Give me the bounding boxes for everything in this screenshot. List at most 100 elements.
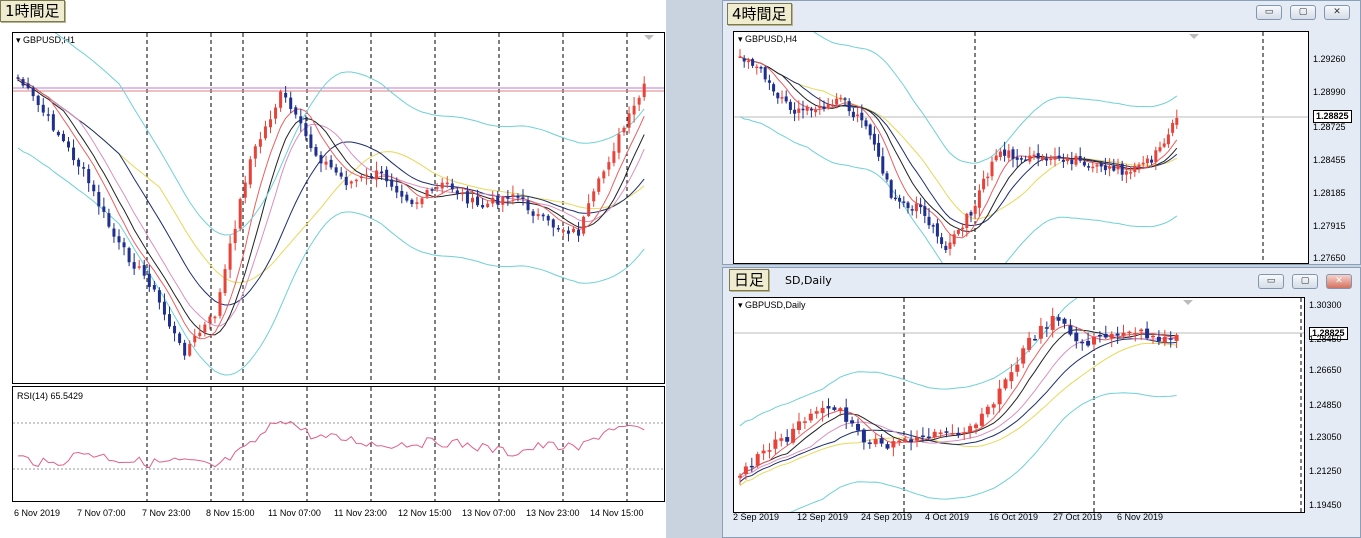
- h4-candle: [772, 82, 776, 96]
- h1-time-axis: 6 Nov 2019 7 Nov 07:00 7 Nov 23:00 8 Nov 15…: [0, 508, 666, 522]
- h1-candle: [92, 180, 96, 197]
- price-tick: 1.26650: [1309, 365, 1342, 375]
- h4-candle: [751, 57, 755, 69]
- time-label: 2 Sep 2019: [733, 512, 780, 522]
- price-tick: 1.28725: [1313, 122, 1346, 132]
- h4-candle: [767, 74, 771, 90]
- h4-chart-window[interactable]: 4時間足 ▭ ▢ ✕ ▾ GBPUSD,H4 1.29260 1.28990 1.2…: [722, 0, 1361, 265]
- close-button[interactable]: ✕: [1326, 274, 1352, 289]
- h1-price-plot[interactable]: ▾ GBPUSD,H1: [12, 32, 665, 384]
- h1-candle: [415, 197, 419, 210]
- h1-candle: [173, 321, 177, 342]
- h4-candle: [956, 228, 960, 236]
- restore-button[interactable]: ▢: [1290, 5, 1316, 20]
- h1-candle: [430, 187, 434, 194]
- h1-candle: [223, 264, 227, 296]
- h1-candle: [349, 180, 353, 189]
- h1-candle: [61, 130, 65, 143]
- daily-candle: [1003, 377, 1008, 391]
- close-button[interactable]: ✕: [1324, 5, 1350, 20]
- h1-candle: [274, 103, 278, 125]
- h1-candle: [405, 191, 409, 203]
- h1-candle: [455, 187, 459, 200]
- h4-candle: [1150, 155, 1154, 166]
- price-tick: 1.23050: [1309, 432, 1342, 442]
- time-label: 27 Oct 2019: [1053, 512, 1103, 522]
- h1-candle: [132, 253, 136, 275]
- h1-candle: [481, 197, 485, 209]
- h4-candle: [868, 123, 872, 140]
- h1-chart-window[interactable]: 1時間足 ▾ GBPUSD,H1 RSI(14) 65.5429 6 Nov 2…: [0, 0, 666, 538]
- daily-candle: [1021, 345, 1026, 369]
- h4-candle: [982, 170, 986, 193]
- daily-candle: [1038, 317, 1043, 344]
- h4-candle: [914, 196, 918, 219]
- h4-candle: [935, 218, 939, 244]
- time-label: 11 Nov 23:00: [334, 508, 387, 518]
- h1-candle: [198, 324, 202, 338]
- daily-candle: [979, 407, 984, 428]
- daily-candle: [873, 433, 878, 448]
- h1-candle: [41, 97, 45, 117]
- restore-button[interactable]: ▢: [1292, 274, 1318, 289]
- shift-marker: [1189, 34, 1199, 39]
- h4-price-plot[interactable]: ▾ GBPUSD,H4: [733, 31, 1309, 264]
- minimize-button[interactable]: ▭: [1256, 5, 1282, 20]
- h1-candle: [213, 315, 217, 324]
- h1-candle: [546, 214, 550, 226]
- h1-candle: [561, 227, 565, 238]
- daily-candle: [1133, 327, 1138, 342]
- minimize-button[interactable]: ▭: [1258, 274, 1284, 289]
- daily-candle: [974, 422, 978, 435]
- time-label: 6 Nov 2019: [14, 508, 61, 518]
- daily-candle: [997, 379, 1002, 413]
- h4-candle: [910, 205, 914, 216]
- h4-candle: [780, 90, 784, 104]
- ma-navy: [739, 338, 1177, 483]
- daily-candle: [808, 408, 813, 423]
- h1-candle: [354, 178, 358, 188]
- h1-candle: [541, 212, 545, 221]
- h4-candle: [1053, 147, 1057, 167]
- h1-candle: [551, 218, 555, 237]
- h1-candle: [566, 226, 570, 242]
- h4-candle: [881, 147, 885, 176]
- ma-black: [739, 329, 1177, 477]
- daily-price-axis: 1.30300 1.28825 1.28450 1.26650 1.24850 1.230…: [1307, 297, 1361, 513]
- h1-candle: [56, 130, 60, 137]
- h1-candle: [359, 174, 363, 182]
- time-label: 16 Oct 2019: [989, 512, 1039, 522]
- h4-candle: [1078, 147, 1082, 163]
- h1-candle: [193, 328, 197, 347]
- h4-candle: [977, 184, 981, 217]
- daily-candle: [802, 416, 807, 429]
- h1-candle: [26, 77, 30, 90]
- h1-candle: [491, 191, 495, 208]
- daily-candle: [832, 405, 837, 412]
- h1-candle: [238, 197, 242, 232]
- h1-candle: [577, 221, 581, 242]
- h4-candle: [738, 49, 742, 59]
- h1-rsi-plot[interactable]: RSI(14) 65.5429: [12, 386, 665, 502]
- band-upper: [54, 33, 645, 236]
- time-label: 6 Nov 2019: [1117, 512, 1164, 522]
- h1-candle: [612, 142, 616, 167]
- time-label: 24 Sep 2019: [861, 512, 913, 522]
- price-tick: 1.24850: [1309, 400, 1342, 410]
- h1-candle: [178, 331, 182, 346]
- time-label: 13 Nov 07:00: [462, 508, 516, 518]
- price-tick: 1.30300: [1309, 300, 1342, 310]
- daily-chart-window[interactable]: SD,Daily 日足 ▭ ▢ ✕ ▾ GBPUSD,Daily 1.30300…: [722, 267, 1361, 538]
- h4-candle: [784, 90, 788, 104]
- h4-candle: [1120, 160, 1124, 181]
- daily-price-plot[interactable]: ▾ GBPUSD,Daily: [733, 297, 1305, 513]
- h1-candle: [203, 321, 207, 337]
- h4-candle: [1057, 146, 1061, 162]
- h4-candle: [906, 200, 910, 214]
- h1-candle: [637, 95, 641, 112]
- h4-candle: [1124, 164, 1128, 184]
- h1-candle: [622, 125, 626, 136]
- h1-candle: [77, 157, 81, 175]
- h4-candle: [877, 134, 881, 162]
- ma-pink: [17, 77, 645, 327]
